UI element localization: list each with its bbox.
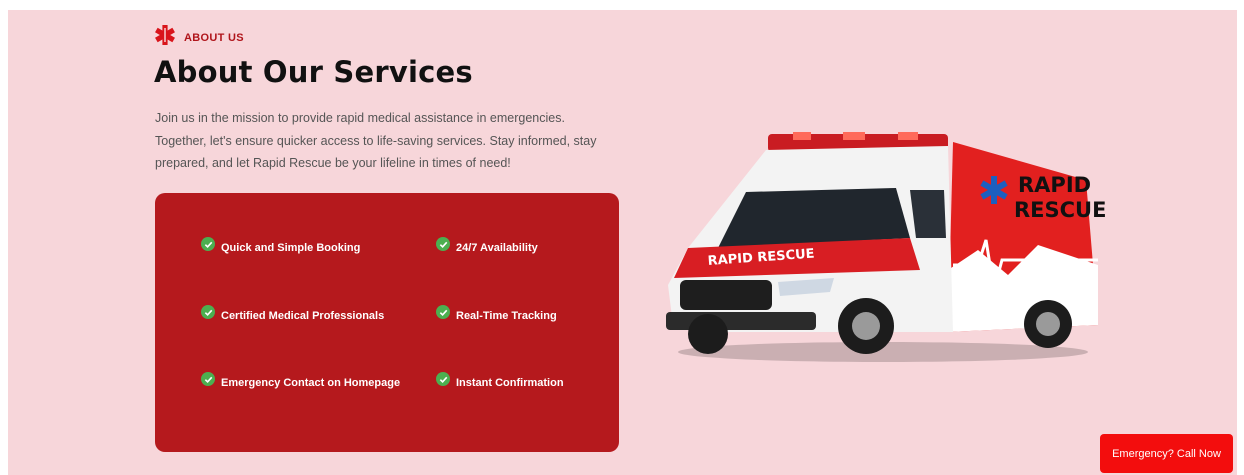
- section-title: About Our Services: [154, 55, 473, 89]
- check-circle-icon: [201, 305, 215, 319]
- star-of-life-icon: [154, 24, 176, 51]
- logo-text: RAPID: [1018, 173, 1091, 197]
- feature-label: 24/7 Availability: [456, 242, 538, 254]
- section-eyebrow: ABOUT US: [154, 24, 244, 51]
- description-line: Together, let's ensure quicker access to…: [155, 133, 597, 148]
- feature-item: Emergency Contact on Homepage: [201, 372, 401, 390]
- feature-label: Real-Time Tracking: [456, 310, 557, 322]
- logo-text: RESCUE: [1014, 198, 1106, 222]
- check-circle-icon: [436, 372, 450, 386]
- check-circle-icon: [201, 237, 215, 251]
- ambulance-image: RAPID RESCUE RAPID RESCUE: [648, 120, 1108, 385]
- check-circle-icon: [436, 237, 450, 251]
- feature-item: Certified Medical Professionals: [201, 305, 385, 323]
- description-line: prepared, and let Rapid Rescue be your l…: [155, 156, 511, 170]
- eyebrow-label: ABOUT US: [184, 31, 244, 44]
- feature-label: Quick and Simple Booking: [221, 242, 361, 254]
- description-line: Join us in the mission to provide rapid …: [155, 111, 565, 125]
- check-circle-icon: [201, 372, 215, 386]
- feature-item: Instant Confirmation: [436, 372, 564, 390]
- feature-item: Quick and Simple Booking: [201, 237, 361, 255]
- feature-item: Real-Time Tracking: [436, 305, 557, 323]
- feature-label: Certified Medical Professionals: [221, 310, 385, 322]
- features-card: Quick and Simple Booking 24/7 Availabili…: [155, 193, 619, 452]
- feature-label: Emergency Contact on Homepage: [221, 377, 401, 389]
- section-description: Join us in the mission to provide rapid …: [155, 107, 635, 175]
- about-section: ABOUT US About Our Services Join us in t…: [8, 10, 1237, 475]
- feature-item: 24/7 Availability: [436, 237, 538, 255]
- emergency-call-button[interactable]: Emergency? Call Now: [1100, 434, 1233, 473]
- feature-label: Instant Confirmation: [456, 377, 564, 389]
- check-circle-icon: [436, 305, 450, 319]
